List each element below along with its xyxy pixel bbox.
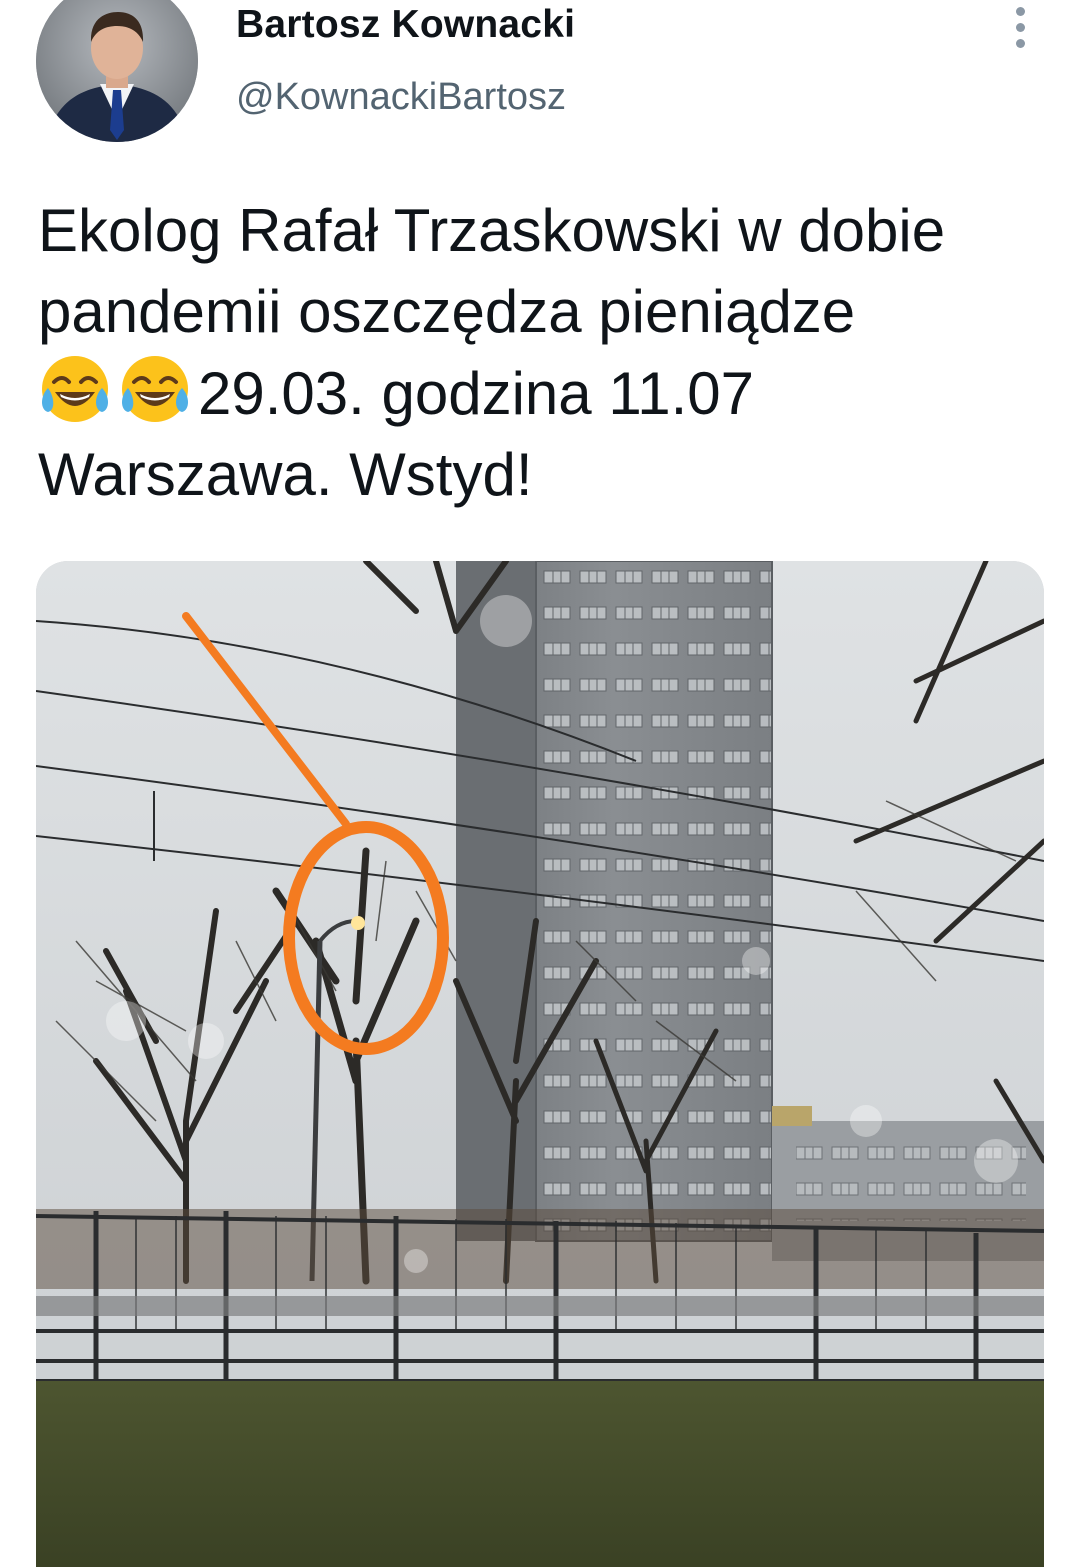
author-name[interactable]: Bartosz Kownacki	[236, 3, 575, 47]
tweet-text-line: 29.03. godzina 11.07	[38, 352, 1048, 434]
tweet-text-line: Warszawa. Wstyd!	[38, 441, 533, 508]
more-dot	[1015, 38, 1025, 48]
more-dot	[1015, 22, 1025, 32]
photo-scene	[36, 561, 1044, 1567]
more-vertical-icon[interactable]	[1000, 2, 1040, 52]
face-with-tears-of-joy-icon	[122, 356, 188, 422]
tweet: Bartosz Kownacki @KownackiBartosz Ekolog…	[0, 0, 1079, 1567]
tweet-text: Ekolog Rafał Trzaskowski w dobie pandemi…	[38, 190, 1048, 515]
tweet-date-text: 29.03. godzina 11.07	[198, 360, 755, 427]
face-with-tears-of-joy-icon	[42, 356, 108, 422]
avatar-photo	[36, 0, 198, 142]
author-avatar[interactable]	[36, 0, 198, 142]
tweet-text-line: Ekolog Rafał Trzaskowski w dobie	[38, 197, 946, 264]
tweet-photo[interactable]	[36, 561, 1044, 1567]
more-dot	[1015, 6, 1025, 16]
author-handle[interactable]: @KownackiBartosz	[236, 76, 566, 119]
tweet-text-line: pandemii oszczędza pieniądze	[38, 278, 856, 345]
